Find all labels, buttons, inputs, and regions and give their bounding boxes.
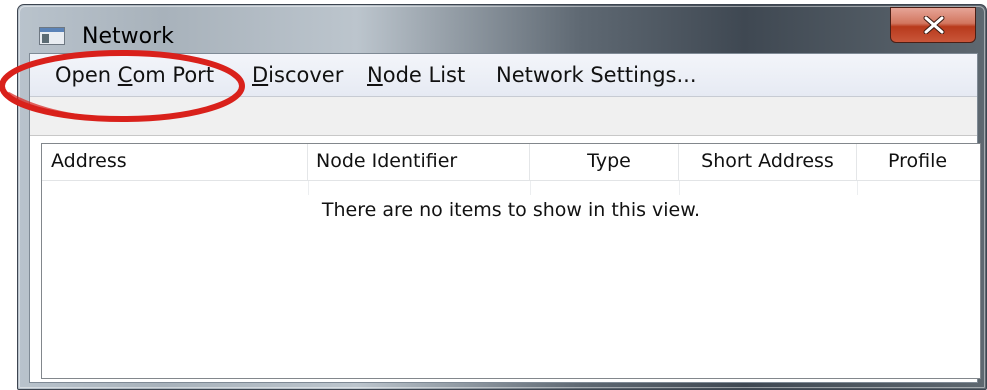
- close-button[interactable]: [890, 7, 976, 43]
- network-node-list[interactable]: Address Node Identifier Type Short Addre…: [41, 143, 981, 379]
- menu-node-list[interactable]: Node List: [367, 62, 465, 88]
- column-type[interactable]: Type: [530, 144, 679, 180]
- window-client-area: Open Com Port Discover Node List Network…: [29, 53, 981, 383]
- column-short-address[interactable]: Short Address: [679, 144, 857, 180]
- menu-bar: Open Com Port Discover Node List Network…: [30, 54, 977, 97]
- empty-list-message: There are no items to show in this view.: [321, 199, 701, 221]
- window-title: Network: [82, 24, 174, 49]
- menu-discover[interactable]: Discover: [252, 62, 343, 88]
- title-bar[interactable]: Network: [18, 5, 986, 51]
- menu-network-settings[interactable]: Network Settings...: [496, 62, 697, 88]
- close-icon: [923, 16, 945, 34]
- network-window: Network Open Com Port Discover Node List: [17, 4, 987, 390]
- application-window-icon: [39, 27, 65, 45]
- window-frame: Network Open Com Port Discover Node List: [17, 4, 987, 390]
- list-header: Address Node Identifier Type Short Addre…: [42, 144, 980, 181]
- menu-open-com-port[interactable]: Open Com Port: [55, 62, 214, 88]
- column-profile[interactable]: Profile: [857, 144, 978, 180]
- toolbar-strip: [30, 97, 977, 136]
- column-address[interactable]: Address: [42, 144, 308, 180]
- column-node-identifier[interactable]: Node Identifier: [308, 144, 530, 180]
